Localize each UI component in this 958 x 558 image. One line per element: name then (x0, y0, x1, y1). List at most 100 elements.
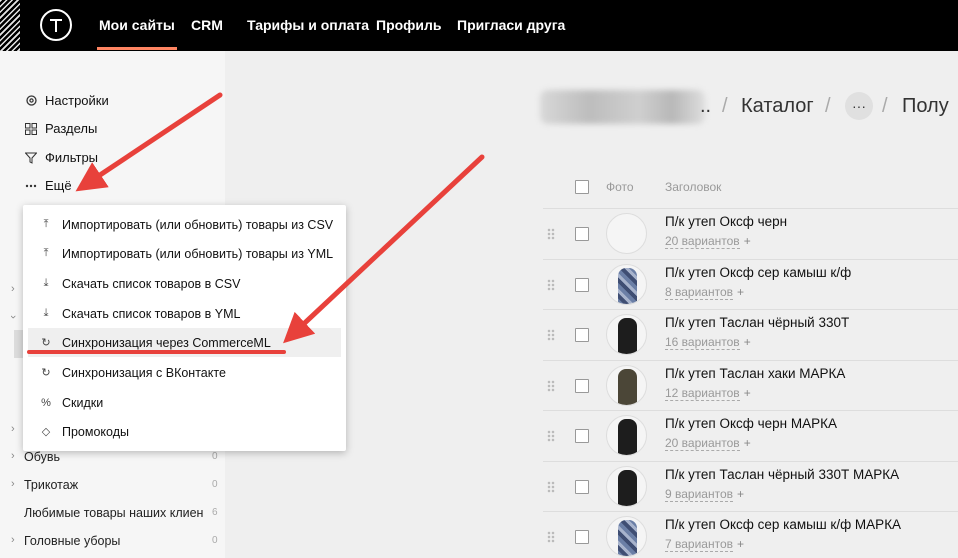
product-title[interactable]: П/к утеп Оксф черн (665, 214, 787, 229)
table-row[interactable]: П/к утеп Таслан чёрный 330Т МАРКА 9 вариа… (543, 460, 958, 511)
row-checkbox[interactable] (575, 530, 589, 544)
product-title[interactable]: П/к утеп Оксф черн МАРКА (665, 416, 837, 431)
add-variant-button[interactable]: + (744, 335, 751, 349)
product-variants: 9 вариантов + (665, 486, 744, 502)
table-row[interactable]: П/к утеп Оксф черн МАРКА 20 вариантов + (543, 410, 958, 460)
nav-crm[interactable]: CRM (191, 17, 223, 33)
breadcrumb-separator: / (825, 95, 831, 117)
chevron-right-icon[interactable]: › (11, 478, 15, 490)
sidebar-link-label: Ещё (45, 178, 72, 193)
product-thumbnail[interactable] (606, 364, 647, 406)
add-variant-button[interactable]: + (744, 436, 751, 450)
menu-item-promocodes[interactable]: ◇ Промокоды (28, 417, 341, 446)
chevron-right-icon[interactable]: › (11, 423, 15, 435)
nav-invite-friend[interactable]: Пригласи друга (457, 17, 565, 33)
breadcrumb-separator: / (882, 95, 888, 117)
category-row[interactable]: › Трикотаж 0 (0, 476, 225, 496)
chevron-right-icon[interactable]: › (11, 534, 15, 546)
add-variant-button[interactable]: + (737, 487, 744, 501)
menu-item-import-csv[interactable]: ⤒ Импортировать (или обновить) товары из… (28, 210, 341, 239)
drag-handle-icon[interactable] (547, 278, 555, 291)
breadcrumb-catalog[interactable]: Каталог (741, 95, 814, 118)
menu-item-sync-vk[interactable]: ↻ Синхронизация с ВКонтакте (28, 358, 341, 387)
product-thumbnail[interactable] (606, 516, 647, 557)
row-checkbox[interactable] (575, 429, 589, 443)
category-row[interactable]: Любимые товары наших клиен 6 (0, 504, 225, 524)
product-thumbnail[interactable] (606, 415, 647, 456)
variants-count-link[interactable]: 9 вариантов (665, 486, 734, 502)
sidebar-link-settings[interactable]: Настройки (24, 93, 109, 108)
menu-stripes-icon[interactable] (0, 0, 20, 51)
menu-item-download-csv[interactable]: ⤓ Скачать список товаров в CSV (28, 269, 341, 298)
product-photo (618, 368, 637, 405)
variants-count-link[interactable]: 7 вариантов (665, 537, 734, 552)
tilda-logo-icon[interactable] (40, 9, 72, 41)
category-row[interactable]: › Головные уборы 0 (0, 532, 225, 552)
breadcrumb-more-button[interactable]: ··· (845, 92, 873, 120)
product-title[interactable]: П/к утеп Оксф сер камыш к/ф (665, 265, 851, 280)
menu-item-discounts[interactable]: % Скидки (28, 388, 341, 417)
sidebar-link-filters[interactable]: Фильтры (24, 150, 98, 165)
variants-count-link[interactable]: 20 вариантов (665, 436, 740, 451)
product-thumbnail[interactable] (606, 213, 647, 254)
chevron-right-icon[interactable]: › (11, 283, 15, 295)
row-checkbox[interactable] (575, 227, 589, 241)
drag-handle-icon[interactable] (547, 228, 555, 240)
add-variant-button[interactable]: + (737, 537, 744, 551)
product-variants: 7 вариантов + (665, 537, 744, 552)
table-row[interactable]: П/к утеп Оксф сер камыш к/ф 8 вариантов + (543, 258, 958, 309)
chevron-down-icon[interactable]: › (7, 315, 19, 319)
chevron-right-icon[interactable]: › (11, 450, 15, 462)
nav-profile[interactable]: Профиль (376, 17, 442, 33)
product-thumbnail[interactable] (606, 263, 647, 305)
variants-count-link[interactable]: 16 вариантов (665, 335, 740, 350)
category-row[interactable]: › Обувь 0 (0, 448, 225, 468)
table-row[interactable]: П/к утеп Таслан хаки МАРКА 12 вариантов + (543, 359, 958, 410)
nav-tariffs[interactable]: Тарифы и оплата (247, 17, 369, 33)
category-name: Любимые товары наших клиен (24, 506, 204, 520)
sidebar-link-more[interactable]: Ещё (24, 178, 72, 193)
row-checkbox[interactable] (575, 328, 589, 342)
menu-item-label: Скачать список товаров в CSV (62, 276, 241, 291)
menu-item-import-yml[interactable]: ⤒ Импортировать (или обновить) товары из… (28, 239, 341, 268)
column-header-title[interactable]: Заголовок (665, 180, 721, 194)
product-thumbnail[interactable] (606, 314, 647, 355)
menu-item-download-yml[interactable]: ⤓ Скачать список товаров в YML (28, 299, 341, 328)
row-checkbox[interactable] (575, 378, 589, 393)
drag-handle-icon[interactable] (547, 480, 555, 493)
sidebar-link-label: Фильтры (45, 150, 99, 165)
row-checkbox[interactable] (575, 479, 589, 494)
table-row[interactable]: П/к утеп Таслан чёрный 330Т 16 вариантов + (543, 309, 958, 359)
drag-handle-icon[interactable] (547, 379, 555, 392)
select-all-checkbox[interactable] (575, 180, 589, 194)
product-variants: 12 вариантов + (665, 385, 751, 401)
table-row[interactable]: П/к утеп Оксф сер камыш к/ф МАРКА 7 вариа… (543, 511, 958, 558)
menu-item-label: Синхронизация с ВКонтакте (62, 365, 226, 380)
blurred-project-name[interactable] (540, 90, 705, 124)
product-title[interactable]: П/к утеп Таслан хаки МАРКА (665, 366, 845, 381)
table-row[interactable]: П/к утеп Оксф черн 20 вариантов + (543, 208, 958, 258)
product-title[interactable]: П/к утеп Таслан чёрный 330Т МАРКА (665, 467, 899, 482)
menu-item-label: Синхронизация через CommerceML (62, 335, 271, 350)
menu-item-label: Скачать список товаров в YML (62, 306, 241, 321)
drag-handle-icon[interactable] (547, 531, 555, 543)
sidebar-link-sections[interactable]: Разделы (24, 121, 97, 136)
product-title[interactable]: П/к утеп Оксф сер камыш к/ф МАРКА (665, 517, 901, 532)
drag-handle-icon[interactable] (547, 329, 555, 341)
upload-icon: ⤒ (43, 218, 49, 230)
product-title[interactable]: П/к утеп Таслан чёрный 330Т (665, 315, 849, 330)
variants-count-link[interactable]: 12 вариантов (665, 385, 740, 401)
add-variant-button[interactable]: + (744, 386, 751, 400)
variants-count-link[interactable]: 20 вариантов (665, 234, 740, 249)
menu-item-label: Импортировать (или обновить) товары из C… (62, 217, 334, 232)
nav-my-sites[interactable]: Мои сайты (97, 17, 177, 50)
add-variant-button[interactable]: + (737, 285, 744, 299)
variants-count-link[interactable]: 8 вариантов (665, 284, 734, 300)
product-variants: 16 вариантов + (665, 335, 751, 350)
sync-icon: ↻ (41, 337, 51, 349)
add-variant-button[interactable]: + (744, 234, 751, 248)
row-checkbox[interactable] (575, 277, 589, 292)
menu-item-label: Импортировать (или обновить) товары из Y… (62, 246, 334, 261)
product-thumbnail[interactable] (606, 465, 647, 507)
drag-handle-icon[interactable] (547, 430, 555, 442)
